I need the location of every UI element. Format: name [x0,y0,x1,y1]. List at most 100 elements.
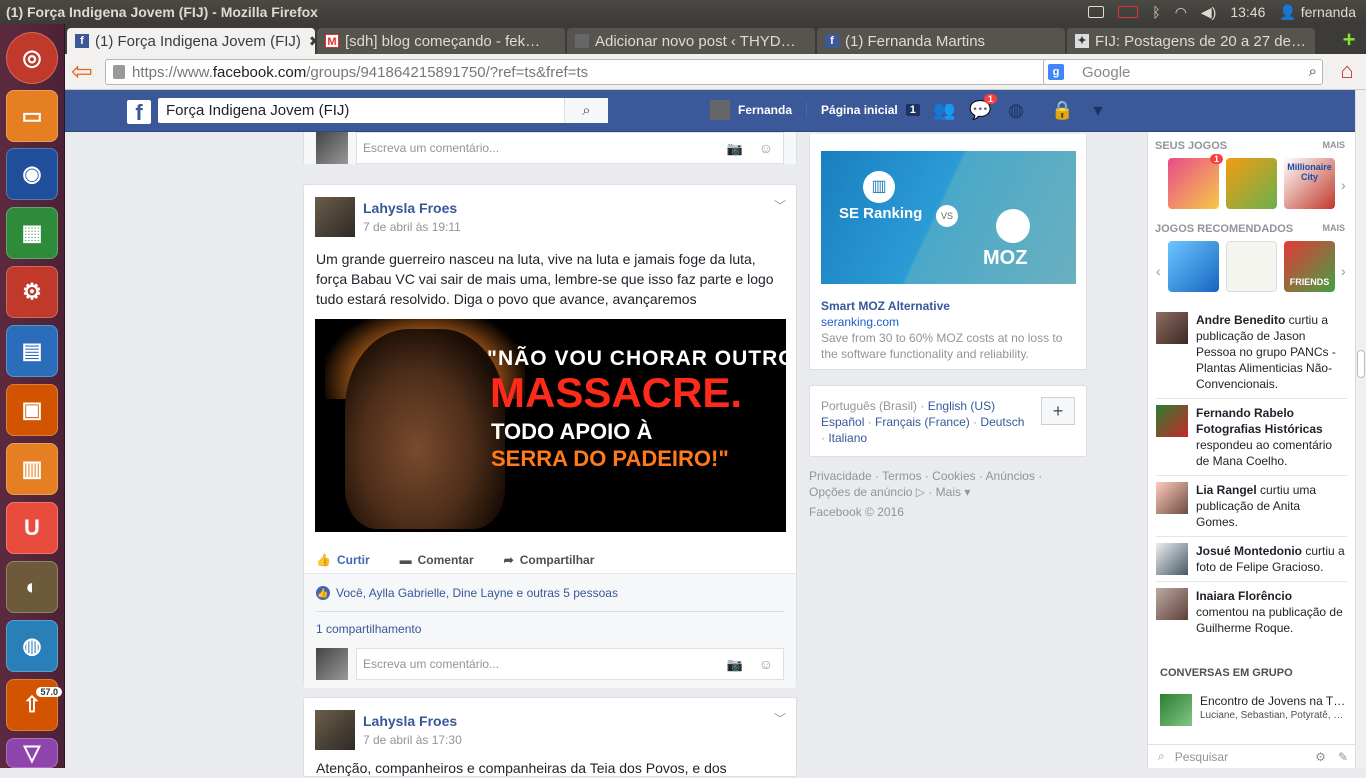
gimp-icon[interactable]: ◐ [6,561,58,613]
facebook-logo-icon[interactable]: f [127,100,151,125]
game-clock[interactable] [1226,241,1277,292]
games-next-chevron-right-icon[interactable]: › [1341,263,1346,279]
volume-icon[interactable]: ◀) [1201,4,1216,21]
mail-icon[interactable] [1088,6,1105,18]
my-games-more[interactable]: MAIS [1323,140,1346,152]
page-scrollbar[interactable] [1355,90,1366,768]
ad-url[interactable]: seranking.com [821,315,899,329]
files-icon[interactable]: ▭ [6,90,58,142]
home-link[interactable]: Página inicial [821,103,898,117]
scrollbar-thumb[interactable] [1357,350,1365,378]
lang-german[interactable]: Deutsch [980,415,1024,429]
profile-avatar[interactable] [710,100,730,120]
privacy-shortcuts-icon[interactable]: 🔒 [1051,100,1073,120]
like-button[interactable]: 👍 Curtir [316,553,370,567]
footer-privacy[interactable]: Privacidade [809,469,872,483]
close-tab-icon[interactable]: ✖ [301,33,315,50]
ticker-item[interactable]: Lia Rangel curtiu uma publicação de Anit… [1148,482,1355,530]
post-author[interactable]: Lahysla Froes [363,713,462,729]
post-timestamp[interactable]: 7 de abril às 17:30 [363,733,462,747]
profile-link[interactable]: Fernanda [738,103,792,117]
site-identity-icon[interactable] [113,65,125,79]
post-author[interactable]: Lahysla Froes [363,200,461,216]
share-button[interactable]: ➦ Compartilhar [504,553,595,567]
lang-english[interactable]: English (US) [928,399,995,413]
post-options-chevron-down-icon[interactable]: ﹀ [774,710,786,727]
browser-search-field[interactable]: g Google ⌕ [1043,59,1323,85]
ticker-item[interactable]: Josué Montedonio curtiu a foto de Felipe… [1148,543,1355,575]
game-candy-crush[interactable]: 1 [1168,154,1223,209]
ticker-item[interactable]: Fernando Rabelo Fotografias Históricas r… [1148,405,1355,469]
game-green-monster[interactable] [1226,158,1277,209]
games-prev-chevron-left-icon[interactable]: ‹ [1156,263,1161,279]
messages-icon[interactable]: 💬 1 [969,94,997,120]
footer-cookies[interactable]: Cookies [932,469,975,483]
author-avatar[interactable] [315,710,355,750]
fb-search-button[interactable]: ⌕ [564,98,608,123]
likes-summary[interactable]: 👍 Você, Aylla Gabrielle, Dine Layne e ou… [316,574,784,612]
update-manager-icon[interactable]: ⇧ 57.0 [6,679,62,731]
group-conversation-item[interactable]: Encontro de Jovens na T… Luciane, Sebast… [1160,694,1350,726]
software-center-icon[interactable]: ▥ [6,443,58,495]
comment-button[interactable]: ▬ Comentar [400,553,474,567]
post-options-chevron-down-icon[interactable]: ﹀ [774,197,786,214]
tab-gmail[interactable]: M [sdh] blog começando - fek… [317,28,565,54]
emoji-icon[interactable]: ☺ [759,656,773,672]
writer-icon[interactable]: ▤ [6,325,58,377]
likes-text[interactable]: Você, Aylla Gabrielle, Dine Layne e outr… [336,586,618,600]
tab-wordpress[interactable]: Adicionar novo post ‹ THYD… [567,28,815,54]
new-message-compose-icon[interactable]: ✎ [1338,750,1348,764]
post-timestamp[interactable]: 7 de abril às 19:11 [363,220,461,234]
chromium-icon[interactable]: ◍ [6,620,58,672]
tab-fernanda-martins[interactable]: f (1) Fernanda Martins [817,28,1065,54]
ubuntu-dash-icon[interactable]: ◎ [6,32,58,84]
author-avatar[interactable] [315,197,355,237]
battery-icon[interactable] [1118,6,1139,18]
camera-icon[interactable]: 📷 [727,657,743,673]
footer-more[interactable]: Mais [936,485,961,499]
games-next-chevron-right-icon[interactable]: › [1341,177,1346,193]
clock[interactable]: 13:46 [1230,4,1265,20]
trash-icon[interactable]: ▽ [6,738,58,768]
bluetooth-icon[interactable]: ᛒ [1152,4,1160,20]
lang-italian[interactable]: Italiano [828,431,867,445]
game-angry-birds-friends[interactable]: FRIENDS [1284,241,1335,292]
ticker-item[interactable]: Andre Benedito curtiu a publicação de Ja… [1148,312,1355,392]
chat-search-bar[interactable]: ⌕ Pesquisar ⚙ ✎ [1148,744,1356,768]
game-frozen[interactable] [1168,241,1219,292]
post-image[interactable]: "NÃO VOU CHORAR OUTRO MASSACRE. TODO APO… [315,319,786,532]
lang-spanish[interactable]: Español [821,415,864,429]
friend-requests-icon[interactable]: 👥 [933,100,955,120]
comment-input[interactable]: Escreva um comentário... 📷 ☺ [356,648,784,680]
user-menu[interactable]: 👤 fernanda [1279,4,1356,21]
shares-count[interactable]: 1 compartilhamento [316,612,784,646]
fb-search-input[interactable]: Força Indigena Jovem (FIJ) ⌕ [158,98,608,123]
camera-icon[interactable]: 📷 [727,141,743,157]
firefox-icon[interactable]: ◉ [6,148,58,200]
comment-input[interactable]: Escreva um comentário... 📷 ☺ [356,132,784,164]
chat-settings-gear-icon[interactable]: ⚙ [1315,750,1326,764]
footer-ads[interactable]: Anúncios [986,469,1035,483]
impress-icon[interactable]: ▣ [6,384,58,436]
ubuntu-one-icon[interactable]: U [6,502,58,554]
search-magnifier-icon[interactable]: ⌕ [1309,63,1317,80]
footer-terms[interactable]: Termos [882,469,921,483]
tab-facebook-group[interactable]: f (1) Força Indigena Jovem (FIJ) ✖ [67,28,315,54]
emoji-icon[interactable]: ☺ [759,140,773,156]
ticker-item[interactable]: Inaiara Florêncio comentou na publicação… [1148,588,1355,636]
tab-fij-posts[interactable]: ✦ FIJ: Postagens de 20 a 27 de… [1067,28,1315,54]
home-icon[interactable]: ⌂ [1334,59,1360,85]
recommended-more[interactable]: MAIS [1323,223,1346,235]
game-millionaire-city[interactable]: Millionaire City [1284,158,1335,209]
back-arrow-icon[interactable]: ⇦ [71,58,97,84]
footer-ad-choices[interactable]: Opções de anúncio [809,485,912,499]
more-languages-plus-icon[interactable]: + [1041,397,1075,425]
lang-french[interactable]: Français (France) [875,415,970,429]
url-bar[interactable]: https://www. facebook.com/groups/94186421… [105,59,1097,85]
account-menu-chevron-down-icon[interactable]: ▾ [1087,100,1109,120]
ad-image[interactable]: ▥ SE Ranking VS MOZ [821,151,1076,284]
notifications-globe-icon[interactable]: ◍ [1005,100,1027,120]
google-engine-icon[interactable]: g [1048,64,1064,80]
settings-icon[interactable]: ⚙ [6,266,58,318]
spreadsheet-icon[interactable]: ▦ [6,207,58,259]
